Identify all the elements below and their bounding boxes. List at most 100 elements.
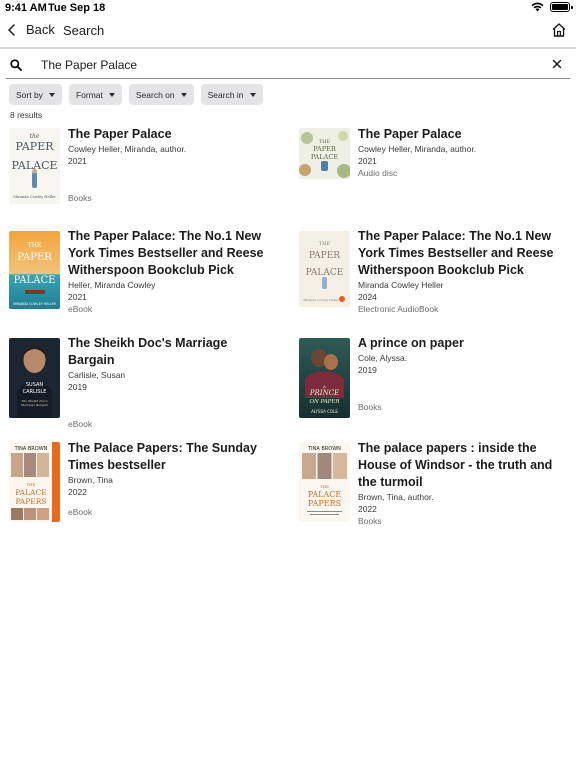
status-date: Tue Sep 18 (48, 2, 106, 14)
caret-down-icon (180, 92, 187, 97)
cover-text: Miranda Cowley Heller (303, 298, 339, 302)
search-in-dropdown[interactable]: Search in (200, 84, 263, 105)
result-author: Cowley Heller, Miranda, author. (358, 144, 477, 154)
result-year: 2021 (358, 156, 377, 166)
result-title-line: the turmoil (358, 475, 423, 489)
result-title-line: The Paper Palace: The No.1 New (68, 229, 262, 243)
search-icon (10, 59, 22, 71)
cover-text: ON PAPER (309, 399, 339, 405)
result-item[interactable]: the PAPER PALACE Miranda Cowley Heller T… (9, 126, 259, 206)
cover-text: ALYSSA COLE (311, 409, 338, 414)
format-label: Format (75, 89, 103, 100)
wifi-icon (531, 2, 544, 12)
nav-divider (0, 47, 576, 49)
result-year: 2019 (68, 382, 87, 392)
format-dropdown[interactable]: Format (68, 84, 122, 105)
result-author: Brown, Tina (68, 475, 113, 485)
cover-text: PALACE (311, 153, 338, 161)
book-cover: THE PAPER PALACE Miranda Cowley Heller (299, 231, 350, 307)
book-cover: A PRINCE ON PAPER ALYSSA COLE (299, 338, 350, 418)
result-title-line: Witherspoon Bookclub Pick (68, 263, 234, 277)
sort-by-label: Sort by (16, 89, 43, 100)
cover-text: PAPER (17, 252, 52, 263)
book-cover: THE PAPER PALACE (299, 128, 350, 179)
result-item[interactable]: TINA BROWN THE PALACE PAPERS The palace … (299, 440, 552, 530)
result-author: Cole, Alyssa. (358, 353, 408, 363)
caret-down-icon (249, 92, 256, 97)
close-icon[interactable] (552, 59, 562, 69)
status-time: 9:41 AM (5, 2, 47, 14)
result-year: 2022 (68, 487, 87, 497)
cover-text: PALACE (15, 488, 46, 497)
result-item[interactable]: TINA BROWN THE PALACE PAPERS The Palace … (9, 440, 259, 524)
cover-text: PALACE (306, 268, 344, 278)
result-author: Miranda Cowley Heller (358, 280, 444, 290)
result-info: The Paper Palace Cowley Heller, Miranda,… (358, 126, 558, 179)
result-item[interactable]: THE PAPER PALACE The Paper Palace Cowley… (299, 126, 549, 186)
cover-text: SUSAN (26, 382, 44, 388)
search-input[interactable] (41, 56, 521, 74)
cover-text: PALACE (14, 275, 56, 286)
result-title: A prince on paper (358, 336, 464, 350)
result-info: The Paper Palace: The No.1 New York Time… (68, 228, 268, 315)
book-cover: the PAPER PALACE Miranda Cowley Heller (9, 128, 60, 204)
result-item[interactable]: SUSAN CARLISLE The Sheikh Doc's Marriage… (9, 335, 259, 429)
back-label: Back (26, 22, 55, 37)
cover-text: PAPERS (15, 497, 46, 506)
navigation-bar: Back Search (0, 16, 576, 47)
book-cover: SUSAN CARLISLE The Sheikh Doc's Marriage… (9, 338, 60, 418)
cover-text: PAPER (313, 145, 337, 153)
result-info: The Sheikh Doc's Marriage Bargain Carlis… (68, 335, 268, 430)
result-format: Electronic AudioBook (358, 304, 439, 314)
cover-text: PAPER (15, 140, 54, 153)
cover-text: TINA BROWN (307, 446, 341, 452)
result-title: The Paper Palace (358, 127, 462, 141)
result-info: The palace papers : inside the House of … (358, 440, 558, 527)
result-format: Books (68, 193, 92, 203)
cover-text: PAPER (309, 251, 340, 261)
result-info: The Paper Palace: The No.1 New York Time… (358, 228, 558, 315)
result-title: The Sheikh Doc's Marriage Bargain (68, 336, 228, 367)
result-format: Audio disc (358, 168, 398, 178)
book-cover: THE PAPER PALACE MIRANDA COWLEY HELLER (9, 231, 60, 309)
cover-text: the (30, 133, 40, 140)
result-year: 2021 (68, 156, 87, 166)
result-year: 2022 (358, 504, 377, 514)
search-on-dropdown[interactable]: Search on (128, 84, 194, 105)
result-format: eBook (68, 304, 93, 314)
result-title-line: York Times Bestseller and Reese (68, 246, 264, 260)
caret-down-icon (108, 92, 115, 97)
result-item[interactable]: THE PAPER PALACE Miranda Cowley Heller T… (299, 228, 553, 314)
result-title-line: Times bestseller (68, 458, 166, 472)
cover-text: PALACE (308, 490, 342, 499)
back-button[interactable]: Back (8, 22, 55, 37)
result-item[interactable]: A PRINCE ON PAPER ALYSSA COLE A prince o… (299, 335, 549, 419)
cover-text: MIRANDA COWLEY HELLER (13, 302, 57, 306)
result-title-line: Witherspoon Bookclub Pick (358, 263, 524, 277)
result-info: A prince on paper Cole, Alyssa. 2019 Boo… (358, 335, 558, 413)
chevron-left-icon (8, 23, 15, 36)
result-format: Books (358, 516, 382, 526)
status-icons (531, 2, 573, 12)
cover-text: Marriage Bargain (20, 403, 48, 407)
home-icon[interactable] (551, 22, 567, 38)
filter-bar: Sort by Format Search on Search in (9, 84, 263, 105)
result-author: Heller, Miranda Cowley (68, 280, 156, 290)
status-bar: 9:41 AM Tue Sep 18 (0, 0, 576, 16)
cover-text: THE (320, 484, 329, 489)
battery-icon (550, 2, 573, 12)
cover-text: TINA BROWN (14, 446, 48, 452)
result-title-line: York Times Bestseller and Reese (358, 246, 554, 260)
result-title-line: The Palace Papers: The Sunday (68, 441, 257, 455)
result-item[interactable]: THE PAPER PALACE MIRANDA COWLEY HELLER T… (9, 228, 263, 314)
result-year: 2019 (358, 365, 377, 375)
search-in-label: Search in (207, 89, 244, 100)
search-bar (6, 51, 570, 79)
book-cover: TINA BROWN THE PALACE PAPERS (9, 442, 60, 522)
sort-by-dropdown[interactable]: Sort by (9, 84, 62, 105)
result-title-line: House of Windsor - the truth and (358, 458, 553, 472)
cover-text: THE (26, 482, 35, 487)
cover-text: PRINCE (309, 389, 339, 397)
result-author: Carlisle, Susan (68, 370, 126, 380)
caret-down-icon (48, 92, 55, 97)
